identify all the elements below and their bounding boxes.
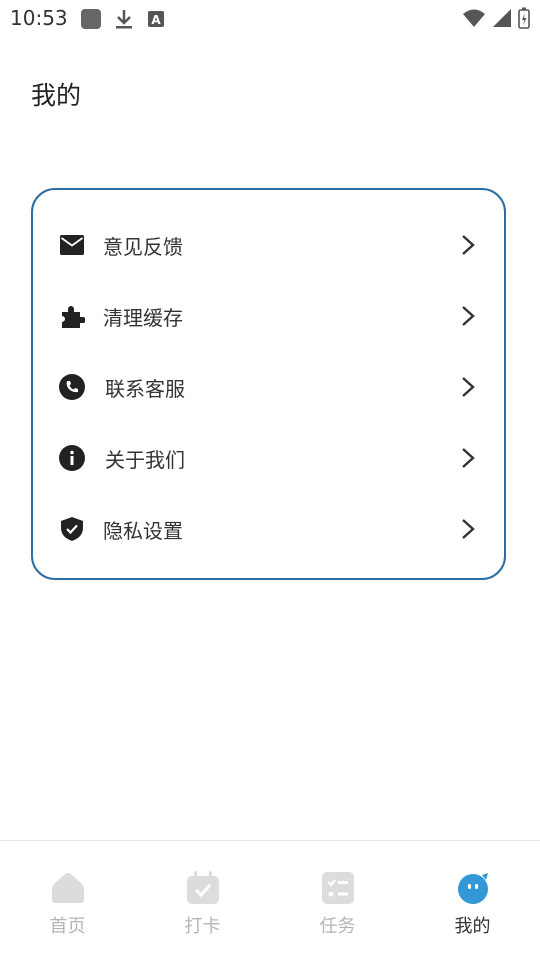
menu-item-feedback[interactable]: 意见反馈 — [33, 215, 504, 275]
signal-icon — [492, 8, 512, 32]
mail-icon — [59, 232, 85, 258]
battery-icon — [518, 7, 530, 33]
menu-item-clear-cache[interactable]: 清理缓存 — [33, 286, 504, 346]
keyboard-a-icon: A — [146, 8, 166, 34]
tab-label: 任务 — [319, 916, 356, 937]
puzzle-icon — [59, 303, 85, 329]
phone-icon — [59, 374, 85, 400]
info-icon — [59, 445, 85, 471]
menu-item-about-us[interactable]: 关于我们 — [33, 428, 504, 488]
status-time: 10:53 — [10, 6, 68, 30]
menu-item-contact-support[interactable]: 联系客服 — [33, 357, 504, 417]
svg-text:A: A — [151, 13, 161, 27]
chevron-right-icon — [460, 447, 476, 469]
page-title: 我的 — [31, 81, 82, 110]
download-icon — [114, 8, 134, 34]
menu-item-label: 隐私设置 — [103, 518, 183, 543]
wifi-icon — [462, 8, 486, 32]
menu-item-label: 意见反馈 — [103, 234, 183, 259]
profile-face-icon — [456, 871, 490, 905]
chevron-right-icon — [460, 305, 476, 327]
menu-item-label: 清理缓存 — [103, 305, 183, 330]
tab-label: 打卡 — [184, 916, 221, 937]
shield-check-icon — [59, 516, 85, 542]
task-list-icon — [321, 871, 355, 905]
menu-item-label: 联系客服 — [105, 376, 185, 401]
status-bar: 10:53 A — [0, 0, 540, 38]
chevron-right-icon — [460, 234, 476, 256]
tab-label: 我的 — [454, 916, 491, 937]
menu-item-privacy-settings[interactable]: 隐私设置 — [33, 499, 504, 559]
menu-item-label: 关于我们 — [105, 447, 185, 472]
settings-menu-card: 意见反馈 清理缓存 联系客服 关于我们 隐私设置 — [31, 188, 506, 580]
chevron-right-icon — [460, 518, 476, 540]
chevron-right-icon — [460, 376, 476, 398]
app-square-icon — [80, 8, 102, 34]
tab-home[interactable]: 首页 — [0, 841, 135, 961]
calendar-check-icon — [186, 871, 220, 905]
home-icon — [51, 871, 85, 905]
bottom-tab-bar: 首页 打卡 任务 我的 — [0, 840, 540, 960]
tab-check-in[interactable]: 打卡 — [135, 841, 270, 961]
tab-tasks[interactable]: 任务 — [270, 841, 405, 961]
tab-label: 首页 — [49, 916, 86, 937]
tab-profile[interactable]: 我的 — [405, 841, 540, 961]
